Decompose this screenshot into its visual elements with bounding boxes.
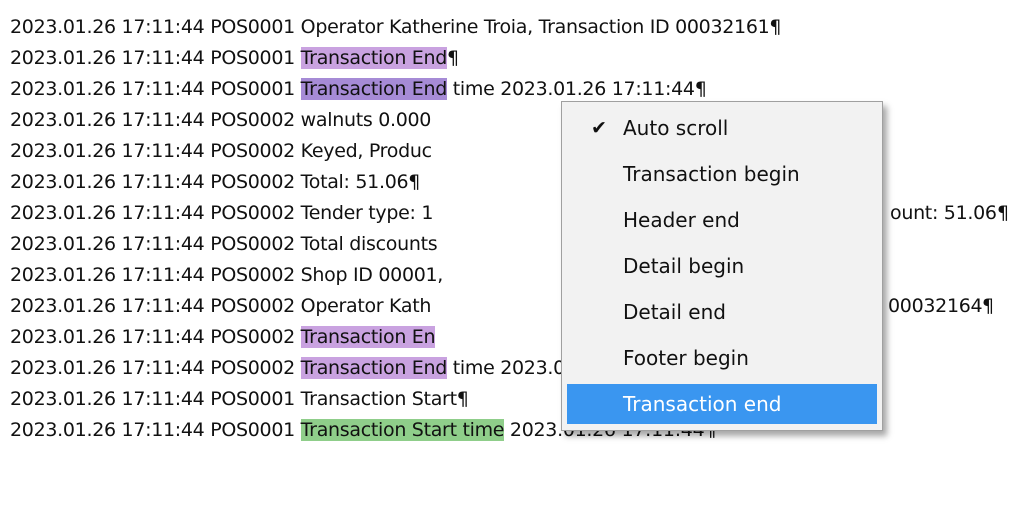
log-line: 2023.01.26 17:11:44 POS0002 Operator Kat… bbox=[10, 293, 994, 319]
log-text: 2023.01.26 17:11:44 POS0002 bbox=[10, 357, 301, 379]
menu-item-label: Transaction end bbox=[623, 392, 782, 416]
log-text: 2023.01.26 17:11:44 POS0002 Total discou… bbox=[10, 233, 438, 255]
highlighted-text: Transaction End bbox=[300, 357, 448, 379]
highlighted-text: Transaction Start time bbox=[300, 419, 505, 441]
menu-item-label: Auto scroll bbox=[623, 116, 729, 140]
log-text: 2023.01.26 17:11:44 POS0002 Keyed, Produ… bbox=[10, 140, 432, 162]
menu-item-header-end[interactable]: Header end bbox=[567, 200, 877, 240]
log-line: 2023.01.26 17:11:44 POS0001 Transaction … bbox=[10, 386, 469, 412]
pilcrow-mark: ¶ bbox=[982, 295, 994, 317]
menu-item-transaction-end[interactable]: Transaction end bbox=[567, 384, 877, 424]
log-line: 2023.01.26 17:11:44 POS0002 Total: 51.06… bbox=[10, 169, 420, 195]
log-text: time 2023.01.26 17:11:44 bbox=[447, 78, 695, 100]
log-line: 2023.01.26 17:11:44 POS0001 Transaction … bbox=[10, 45, 459, 71]
log-text: 2023.01.26 17:11:44 POS0002 Total: 51.06 bbox=[10, 171, 409, 193]
menu-item-label: Detail end bbox=[623, 300, 726, 324]
pilcrow-mark: ¶ bbox=[997, 202, 1009, 224]
log-text: 2023.01.26 17:11:44 POS0002 walnuts 0.00… bbox=[10, 109, 432, 131]
log-text: 00032164 bbox=[888, 295, 983, 317]
log-line: 2023.01.26 17:11:44 POS0001 Transaction … bbox=[10, 76, 707, 102]
pilcrow-mark: ¶ bbox=[447, 47, 459, 69]
menu-item-footer-begin[interactable]: Footer begin bbox=[567, 338, 877, 378]
log-text: 2023.01.26 17:11:44 POS0002 Operator Kat… bbox=[10, 295, 432, 317]
log-line: 2023.01.26 17:11:44 POS0001 Operator Kat… bbox=[10, 14, 782, 40]
pilcrow-mark: ¶ bbox=[456, 388, 469, 410]
log-line: 2023.01.26 17:11:44 POS0002 Transaction … bbox=[10, 324, 436, 350]
pilcrow-mark: ¶ bbox=[408, 171, 421, 193]
log-text: 2023.01.26 17:11:44 POS0001 bbox=[10, 419, 301, 441]
pilcrow-mark: ¶ bbox=[769, 16, 782, 38]
log-text: 2023.01.26 17:11:44 POS0001 bbox=[10, 47, 301, 69]
log-line: 2023.01.26 17:11:44 POS0002 Keyed, Produ… bbox=[10, 138, 432, 164]
log-text: 2023.01.26 17:11:44 POS0002 Shop ID 0000… bbox=[10, 264, 444, 286]
menu-item-detail-begin[interactable]: Detail begin bbox=[567, 246, 877, 286]
log-line: 2023.01.26 17:11:44 POS0002 Shop ID 0000… bbox=[10, 262, 443, 288]
menu-item-label: Detail begin bbox=[623, 254, 745, 278]
context-menu: ✔ Auto scroll Transaction begin Header end D… bbox=[561, 101, 883, 431]
highlighted-text: Transaction End bbox=[300, 47, 448, 69]
log-text: 2023.01.26 17:11:44 POS0001 bbox=[10, 78, 301, 100]
menu-item-label: Footer begin bbox=[623, 346, 749, 370]
log-line: 2023.01.26 17:11:44 POS0002 Tender type:… bbox=[10, 200, 1009, 226]
log-text: 2023.01.26 17:11:44 POS0001 Operator Kat… bbox=[10, 16, 770, 38]
log-text: 2023.01.26 17:11:44 POS0002 Tender type:… bbox=[10, 202, 434, 224]
log-text: ount: 51.06 bbox=[890, 202, 997, 224]
pilcrow-mark: ¶ bbox=[694, 78, 707, 100]
check-icon: ✔ bbox=[591, 117, 607, 139]
log-line: 2023.01.26 17:11:44 POS0002 walnuts 0.00… bbox=[10, 107, 431, 133]
menu-item-auto-scroll[interactable]: ✔ Auto scroll bbox=[567, 108, 877, 148]
log-line: 2023.01.26 17:11:44 POS0002 Total discou… bbox=[10, 231, 438, 257]
menu-item-label: Header end bbox=[623, 208, 740, 232]
menu-item-detail-end[interactable]: Detail end bbox=[567, 292, 877, 332]
log-text: 2023.01.26 17:11:44 POS0002 bbox=[10, 326, 301, 348]
log-text: 2023.01.26 17:11:44 POS0001 Transaction … bbox=[10, 388, 457, 410]
highlighted-text: Transaction End bbox=[300, 78, 448, 100]
menu-item-transaction-begin[interactable]: Transaction begin bbox=[567, 154, 877, 194]
highlighted-text: Transaction En bbox=[300, 326, 436, 348]
menu-item-label: Transaction begin bbox=[623, 162, 800, 186]
